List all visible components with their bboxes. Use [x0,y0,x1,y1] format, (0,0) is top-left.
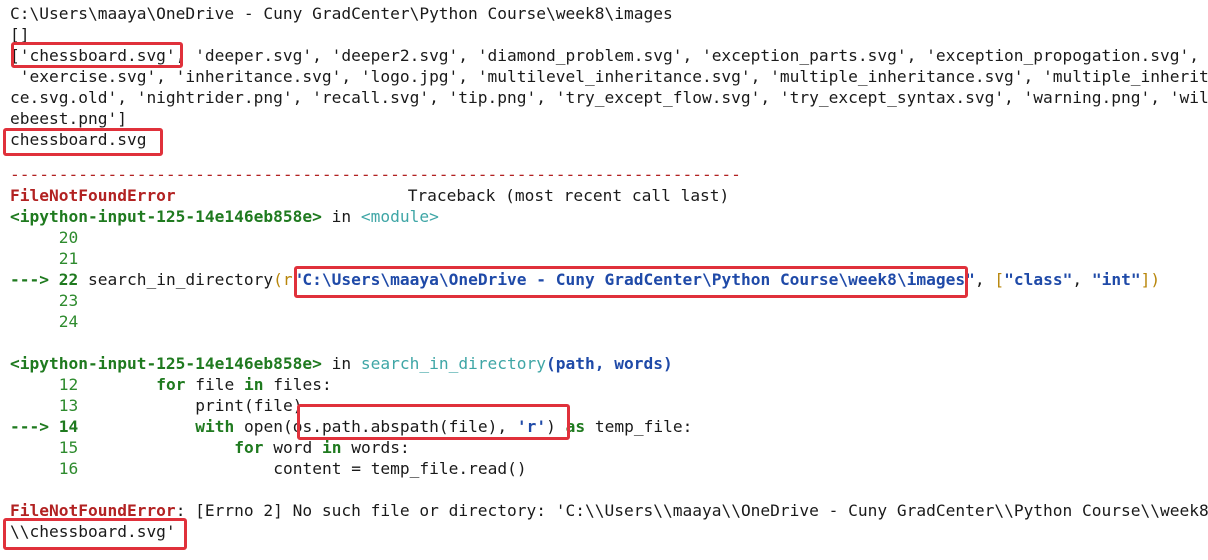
frame2-location: <ipython-input-125-14e146eb858e> [10,354,322,373]
code-text: content = temp_file.read() [273,459,527,478]
empty-list-output: [] [10,25,30,44]
files-list-line-2: 'exercise.svg', 'inheritance.svg', 'logo… [10,67,1208,86]
frame2-line-15: 15 for word in words: [10,437,410,458]
frame1-module[interactable]: <module> [361,207,439,226]
code-text: open( [234,417,293,436]
frame2-line-14: ---> 14 with open(os.path.abspath(file), … [10,416,692,437]
code-abspath: os.path.abspath(file), [292,417,517,436]
frame1-string-class: "class" [1004,270,1073,289]
frame1-line-23: 23 [10,291,79,310]
string-r: 'r' [516,417,547,436]
final-error-message: : [Errno 2] No such file or directory: '… [175,501,1208,520]
frame1-header: <ipython-input-125-14e146eb858e> in <mod… [10,206,439,227]
code-text: ) [546,417,556,436]
keyword-for: for [234,438,264,457]
frame1-sep: , [974,270,995,289]
code-text: files: [263,375,332,394]
frame1-open: (r [273,270,293,289]
code-text: words: [341,438,410,457]
printed-filename: chessboard.svg [10,130,147,149]
frame2-func[interactable]: search_in_directory [361,354,546,373]
line-number: 15 [10,438,79,457]
frame2-header: <ipython-input-125-14e146eb858e> in sear… [10,353,673,374]
frame1-comma: , [1072,270,1092,289]
code-text: print(file) [195,396,303,415]
files-list-line-4: ebeest.png'] [10,109,127,128]
line-number: 12 [10,375,79,394]
code-text: file [185,375,244,394]
frame2-line-16: 16 content = temp_file.read() [10,458,527,479]
code-text: temp_file: [585,417,693,436]
cwd-output: C:\Users\maaya\OneDrive - Cuny GradCente… [10,4,673,23]
final-error-name: FileNotFoundError [10,501,176,520]
keyword-as: as [555,417,586,436]
error-name: FileNotFoundError [10,186,176,205]
frame1-list-open: [ [994,270,1005,289]
frame1-func: search_in_directory [78,270,274,289]
files-list-line-1: ['chessboard.svg', 'deeper.svg', 'deeper… [10,46,1199,65]
keyword-with: with [195,417,235,436]
keyword-in: in [243,375,264,394]
traceback-header-right: Traceback (most recent call last) [407,186,730,205]
frame1-string-int: "int" [1091,270,1141,289]
frame1-close: ]) [1140,270,1161,289]
frame1-line-22: ---> 22 search_in_directory(r"C:\Users\m… [10,269,1160,290]
final-error-line-2: \\chessboard.svg' [10,522,176,541]
frame1-arrow: ---> 22 [10,270,79,289]
files-list-line-3: ce.svg.old', 'nightrider.png', 'recall.s… [10,88,1208,107]
frame2-line-13: 13 print(file) [10,395,303,416]
frame1-in: in [321,207,361,226]
keyword-in: in [321,438,342,457]
traceback-separator: ----------------------------------------… [10,165,741,184]
line-number: 13 [10,396,79,415]
final-error-line: FileNotFoundError: [Errno 2] No such fil… [10,500,1208,521]
line-number: 16 [10,459,79,478]
frame2-line-12: 12 for file in files: [10,374,332,395]
frame1-line-24: 24 [10,312,79,331]
keyword-for: for [156,375,186,394]
frame1-location: <ipython-input-125-14e146eb858e> [10,207,322,226]
traceback-header: FileNotFoundError Traceback (most recent … [10,185,729,206]
frame1-line-20: 20 [10,228,79,247]
frame1-line-21: 21 [10,249,79,268]
frame2-args: (path, words) [546,354,673,373]
error-arrow: ---> 14 [10,417,79,436]
frame1-path-string: "C:\Users\maaya\OneDrive - Cuny GradCent… [292,270,975,289]
frame2-in: in [321,354,361,373]
code-text: word [263,438,322,457]
